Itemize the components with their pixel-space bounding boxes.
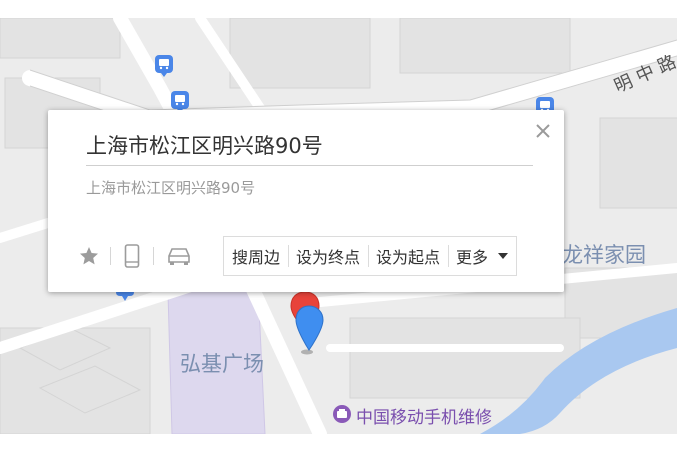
taxi-button[interactable]: [162, 243, 196, 269]
set-origin-button[interactable]: 设为起点: [368, 237, 448, 275]
more-button[interactable]: 更多: [448, 237, 516, 275]
shop-poi-icon[interactable]: [332, 404, 352, 424]
phone-icon: [124, 244, 140, 268]
star-icon: [80, 247, 98, 265]
favorite-button[interactable]: [76, 243, 102, 269]
poi-label[interactable]: 中国移动手机维修: [356, 403, 492, 428]
location-pin-icon[interactable]: [288, 290, 324, 356]
popup-action-bar: 搜周边 设为终点 设为起点 更多: [223, 236, 518, 276]
popup-address: 上海市松江区明兴路90号: [86, 179, 256, 197]
popup-icon-row: [76, 243, 196, 269]
title-divider: [86, 165, 533, 166]
icon-divider: [110, 247, 111, 265]
bus-stop-icon[interactable]: [154, 54, 174, 78]
place-label-longxiang: 龙祥家园: [562, 243, 646, 267]
more-button-label: 更多: [456, 248, 489, 267]
icon-divider: [153, 247, 154, 265]
place-label-hongji: 弘基广场: [180, 352, 264, 376]
close-icon[interactable]: [534, 122, 552, 140]
set-destination-button[interactable]: 设为终点: [288, 237, 368, 275]
car-icon: [168, 248, 190, 265]
send-to-phone-button[interactable]: [119, 243, 145, 269]
caret-down-icon: [498, 253, 509, 259]
popup-title: 上海市松江区明兴路90号: [86, 134, 323, 158]
place-info-popup: 上海市松江区明兴路90号 上海市松江区明兴路90号 搜周边 设为终点 设为起点 …: [48, 110, 564, 292]
search-nearby-button[interactable]: 搜周边: [224, 237, 288, 275]
